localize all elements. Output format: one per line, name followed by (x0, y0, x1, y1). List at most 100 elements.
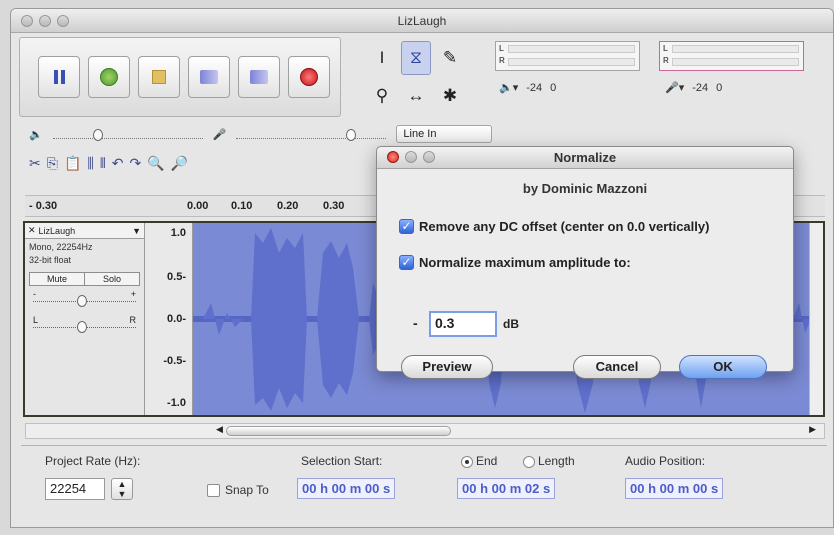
input-source-select[interactable]: Line In (396, 125, 493, 143)
pan-knob[interactable] (77, 321, 87, 333)
scrollbar-thumb[interactable] (226, 426, 451, 436)
length-radio[interactable]: Length (523, 454, 575, 468)
track-sample-format: 32-bit float (29, 255, 72, 265)
zoom-tool-icon[interactable]: ⚲ (367, 79, 397, 113)
normalize-dialog: Normalize by Dominic Mazzoni ✓ Remove an… (376, 146, 794, 379)
gain-slider[interactable]: - + (33, 289, 136, 315)
remove-dc-label: Remove any DC offset (center on 0.0 vert… (419, 219, 710, 234)
amplitude-sign: - (413, 315, 418, 331)
vruler-label: -1.0 (167, 397, 186, 409)
project-rate-stepper[interactable]: ▲ ▼ (111, 478, 133, 500)
output-volume-slider[interactable] (52, 129, 203, 141)
window-title: LizLaugh (397, 14, 447, 28)
gain-minus-label: - (33, 289, 36, 299)
normalize-amplitude-checkbox[interactable]: ✓ Normalize maximum amplitude to: (399, 255, 631, 270)
length-radio-dot[interactable] (523, 455, 535, 468)
vruler-label: 0.5- (167, 271, 186, 283)
scroll-left-arrow-icon[interactable]: ◀ (216, 424, 223, 435)
zoom-in-icon[interactable]: 🔍 (147, 155, 164, 172)
track-format: Mono, 22254Hz (29, 242, 93, 252)
meter-bar-left (672, 45, 799, 53)
input-volume-icon: 🎤 (212, 128, 227, 141)
input-meter[interactable]: LR (659, 41, 804, 71)
track-info: Mono, 22254Hz 32-bit float (25, 239, 144, 269)
zoom-out-icon[interactable]: 🔎 (171, 155, 188, 172)
meter-bar-left (508, 45, 635, 53)
pan-slider[interactable]: L R (33, 315, 136, 341)
pause-button[interactable] (38, 56, 80, 98)
play-button[interactable] (88, 56, 130, 98)
meter-db-label: -24 (692, 81, 709, 94)
dialog-byline: by Dominic Mazzoni (522, 181, 648, 196)
skip-to-start-button[interactable] (188, 56, 230, 98)
main-toolbar: I ⧖ ✎ ⚲ ↔ ✱ LR LR 🔈▾ -24 0 🎤▾ -24 0 (19, 37, 829, 117)
transport-toolbar (19, 37, 341, 117)
speaker-icon[interactable]: 🔈▾ (499, 81, 518, 94)
end-radio[interactable]: End (461, 454, 497, 468)
output-meter[interactable]: LR (495, 41, 640, 71)
microphone-icon[interactable]: 🎤▾ (665, 81, 684, 94)
draw-tool-icon[interactable]: ✎ (435, 41, 465, 75)
output-meter-labels: 🔈▾ -24 0 (499, 81, 556, 95)
skip-start-icon (200, 70, 218, 84)
slider-knob[interactable] (346, 129, 357, 141)
record-button[interactable] (288, 56, 330, 98)
ruler-tick: 0.10 (231, 200, 253, 212)
ruler-tick: 0.20 (277, 200, 299, 212)
dialog-title: Normalize (553, 150, 617, 165)
trim-icon[interactable]: ⫼ (87, 155, 93, 172)
stop-button[interactable] (138, 56, 180, 98)
amplitude-input[interactable]: 0.3 (429, 311, 497, 337)
skip-end-icon (250, 70, 268, 84)
input-volume-slider[interactable] (236, 129, 387, 141)
skip-to-end-button[interactable] (238, 56, 280, 98)
project-rate-input[interactable]: 22254 (45, 478, 105, 500)
redo-icon[interactable]: ↷ (129, 155, 141, 172)
scroll-right-arrow-icon[interactable]: ▶ (809, 424, 816, 435)
horizontal-scrollbar[interactable]: ◀ ▶ (25, 423, 825, 439)
selection-start-time[interactable]: 00 h 00 m 00 s (297, 478, 396, 499)
paste-icon[interactable]: 📋 (64, 155, 81, 172)
length-label: Length (538, 454, 575, 468)
timeshift-tool-icon[interactable]: ↔ (401, 79, 431, 113)
meter-db-label: -24 (526, 81, 543, 94)
gain-plus-label: + (130, 289, 136, 299)
selection-tool-icon[interactable]: I (367, 41, 397, 75)
audio-position-time[interactable]: 00 h 00 m 00 s (625, 478, 724, 499)
output-volume-icon: 🔈 (29, 128, 43, 141)
track-name-menu[interactable]: ✕ LizLaugh ▼ (25, 223, 144, 239)
envelope-tool-icon[interactable]: ⧖ (401, 41, 431, 75)
undo-icon[interactable]: ↶ (112, 155, 124, 172)
end-radio-dot[interactable] (461, 455, 473, 468)
ruler-tick: 0.00 (187, 200, 209, 212)
checkmark-icon[interactable]: ✓ (399, 219, 414, 234)
vertical-scrollbar[interactable] (809, 223, 823, 415)
cancel-button[interactable]: Cancel (573, 355, 661, 379)
close-track-icon[interactable]: ✕ (28, 225, 36, 236)
solo-button[interactable]: Solo (84, 273, 139, 285)
vruler-label: 0.0- (167, 313, 186, 325)
copy-icon[interactable]: ⎘ (47, 155, 58, 172)
stop-icon (152, 70, 166, 84)
title-bar: LizLaugh (11, 9, 833, 33)
snap-to-label: Snap To (225, 483, 269, 497)
cut-icon[interactable]: ✂ (29, 155, 41, 172)
ok-button[interactable]: OK (679, 355, 767, 379)
play-icon (100, 68, 118, 86)
preview-button[interactable]: Preview (401, 355, 493, 379)
pan-right-label: R (129, 315, 137, 325)
track-name: LizLaugh (38, 225, 76, 236)
vruler-label: 1.0 (170, 227, 186, 239)
selection-end-time[interactable]: 00 h 00 m 02 s (457, 478, 556, 499)
mute-button[interactable]: Mute (30, 273, 84, 285)
selection-toolbar: Project Rate (Hz): 22254 ▲ ▼ Snap To Sele… (21, 445, 827, 513)
multi-tool-icon[interactable]: ✱ (435, 79, 465, 113)
checkmark-icon[interactable]: ✓ (399, 255, 414, 270)
silence-icon[interactable]: ⫴ (100, 155, 106, 172)
gain-knob[interactable] (77, 295, 87, 307)
remove-dc-checkbox[interactable]: ✓ Remove any DC offset (center on 0.0 ve… (399, 219, 709, 234)
slider-knob[interactable] (92, 129, 103, 141)
snap-to-checkbox[interactable] (207, 484, 220, 497)
ruler-tick: 0.30 (323, 200, 345, 212)
ruler-tick: - 0.30 (29, 200, 58, 212)
